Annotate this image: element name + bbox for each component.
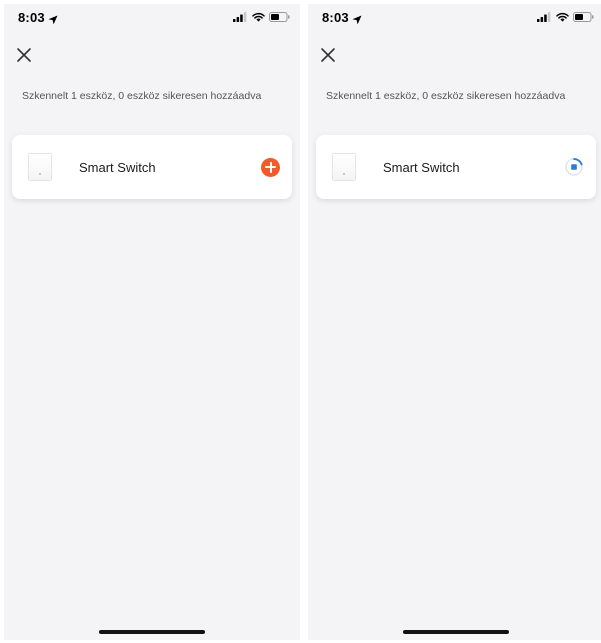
status-icons — [233, 12, 290, 22]
status-bar: 8:03 — [4, 4, 300, 30]
cellular-signal-icon — [233, 12, 248, 22]
scan-status-text: Szkennelt 1 eszköz, 0 eszköz sikeresen h… — [22, 90, 262, 102]
location-arrow-icon — [48, 12, 58, 25]
stop-adding-button[interactable] — [564, 157, 584, 177]
phone-screen-left: 8:03 Szkennelt 1 eszköz, 0 eszköz sikere… — [4, 4, 300, 640]
scan-status-text: Szkennelt 1 eszköz, 0 eszköz sikeresen h… — [326, 90, 566, 102]
battery-icon — [573, 12, 594, 22]
device-name: Smart Switch — [79, 159, 156, 175]
cellular-signal-icon — [537, 12, 552, 22]
smart-switch-device-icon — [332, 153, 356, 181]
home-indicator[interactable] — [99, 630, 205, 634]
status-icons — [537, 12, 594, 22]
phone-screen-right: 8:03 Szkennelt 1 eszköz, 0 eszköz sikere… — [308, 4, 601, 640]
time-group: 8:03 — [322, 10, 362, 25]
status-time: 8:03 — [322, 9, 349, 25]
wifi-icon — [252, 12, 265, 22]
progress-spinner-icon — [565, 158, 583, 176]
device-name: Smart Switch — [383, 159, 460, 175]
add-device-button[interactable] — [261, 157, 280, 177]
smart-switch-device-icon — [28, 153, 52, 181]
device-card[interactable]: Smart Switch — [12, 135, 292, 199]
wifi-icon — [556, 12, 569, 22]
battery-icon — [269, 12, 290, 22]
close-button[interactable] — [15, 46, 33, 64]
location-arrow-icon — [352, 12, 362, 25]
device-card[interactable]: Smart Switch — [316, 135, 596, 199]
comparison-stage: 8:03 Szkennelt 1 eszköz, 0 eszköz sikere… — [0, 0, 601, 643]
close-icon — [17, 48, 31, 62]
status-time: 8:03 — [18, 9, 45, 25]
home-indicator[interactable] — [403, 630, 509, 634]
status-bar: 8:03 — [308, 4, 601, 30]
close-icon — [321, 48, 335, 62]
time-group: 8:03 — [18, 10, 58, 25]
close-button[interactable] — [319, 46, 337, 64]
